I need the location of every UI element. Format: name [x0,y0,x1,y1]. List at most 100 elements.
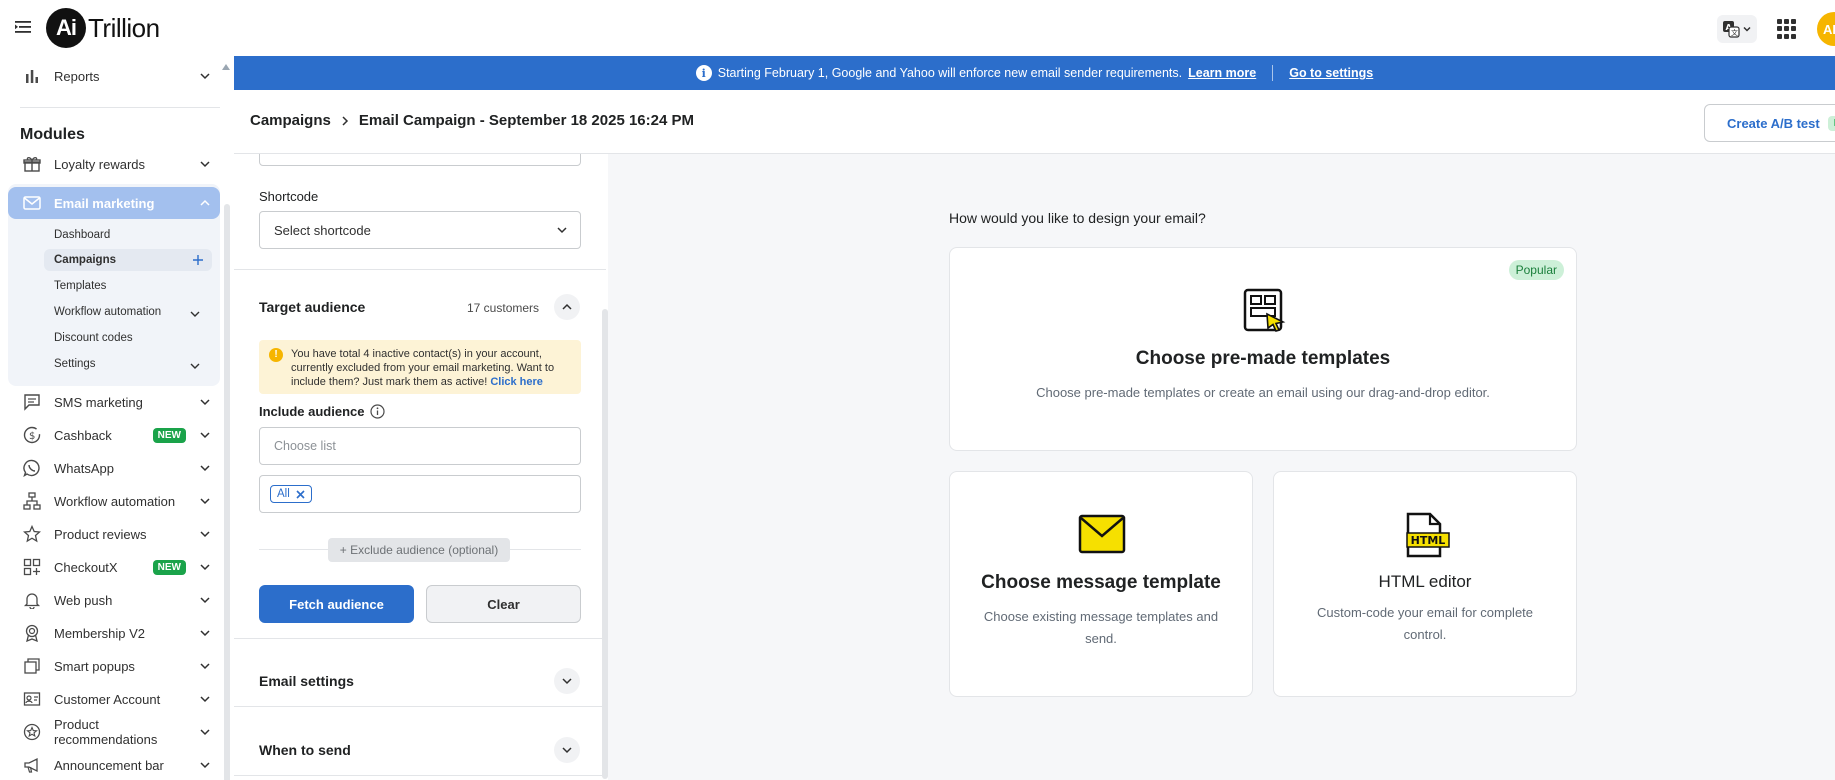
message-template-card[interactable]: Choose message template Choose existing … [949,471,1253,697]
create-ab-test-button[interactable]: Create A/B test N [1704,104,1835,142]
chevron-up-icon [200,199,210,206]
sidebar-item-whatsapp[interactable]: WhatsApp [8,452,220,484]
chevron-down-icon [200,531,210,538]
learn-more-link[interactable]: Learn more [1188,66,1256,80]
sidebar-item-email-marketing[interactable]: Email marketing [8,187,220,219]
top-bar: Ai Trillion A 文 AL [0,0,1835,56]
chevron-down-icon [200,729,210,736]
section-divider [234,269,606,270]
sidebar-item-popups[interactable]: Smart popups [8,650,220,682]
sidebar-item-label: Web push [54,592,113,608]
sidebar-item-reports[interactable]: Reports [8,60,220,92]
new-tag: N [1827,115,1835,131]
gift-icon [22,154,42,174]
clear-button[interactable]: Clear [426,585,581,623]
design-question: How would you like to design your email? [949,210,1206,226]
sidebar-item-label: Email marketing [54,195,155,211]
customer-count: 17 customers [467,301,540,315]
workflow-icon [22,491,42,511]
sidebar-item-label: WhatsApp [54,460,114,476]
collapse-target-audience-button[interactable] [554,294,580,320]
sidebar-item-reviews[interactable]: Product reviews [8,518,220,550]
sidebar-item-label: Cashback [54,427,112,443]
sidebar-item-label: Membership V2 [54,625,146,641]
audience-tags-field[interactable]: All [259,475,581,513]
sidebar-item-announcement[interactable]: Announcement bar [8,749,220,780]
cashback-icon: $ [22,425,42,445]
choose-list-input[interactable]: Choose list [259,427,581,465]
sender-requirements-banner: i Starting February 1, Google and Yahoo … [234,56,1835,90]
sidebar-item-label: SMS marketing [54,394,143,410]
sidebar-item-workflow[interactable]: Workflow automation [8,485,220,517]
sidebar-sub-templates[interactable]: Templates [54,275,106,297]
sidebar-item-loyalty[interactable]: Loyalty rewards [8,148,220,180]
chevron-down-icon [190,311,200,317]
translate-button[interactable]: A 文 [1717,15,1757,43]
info-icon[interactable] [370,404,386,419]
when-to-send-title[interactable]: When to send [259,742,351,758]
section-divider [234,706,606,707]
page-header: Campaigns Email Campaign - September 18 … [234,90,1835,154]
bar-chart-icon [22,66,42,86]
banner-text: Starting February 1, Google and Yahoo wi… [717,66,1183,80]
go-to-settings-link[interactable]: Go to settings [1289,66,1373,80]
sidebar-item-recommendations[interactable]: Product recommendations [8,716,220,748]
expand-when-to-send-button[interactable] [554,737,580,763]
chevron-down-icon [200,161,210,168]
chevron-down-icon [562,678,572,685]
expand-email-settings-button[interactable] [554,668,580,694]
sidebar-item-customer[interactable]: Customer Account [8,683,220,715]
sidebar: Reports Modules Loyalty rewards Email ma… [0,56,234,780]
include-audience-text: Include audience [259,404,365,419]
target-audience-title: Target audience [259,299,366,315]
sidebar-item-label: Loyalty rewards [54,156,146,172]
sidebar-item-cashback[interactable]: $ Cashback NEW [8,419,220,451]
apps-grid-icon[interactable] [1777,19,1797,39]
shortcode-select[interactable]: Select shortcode [259,211,581,249]
audience-chip-all: All [270,485,312,503]
exclude-audience-button[interactable]: + Exclude audience (optional) [328,538,510,562]
sidebar-divider [20,107,220,108]
premade-templates-card[interactable]: Popular Choose pre-made templates Choose… [949,247,1577,451]
sidebar-item-webpush[interactable]: Web push [8,584,220,616]
add-campaign-icon[interactable] [192,254,204,266]
logo-mark: Ai [46,8,86,48]
sidebar-sub-discount[interactable]: Discount codes [54,327,133,349]
hamburger-icon[interactable] [14,18,32,36]
html-editor-card[interactable]: HTML HTML editor Custom-code your email … [1273,471,1577,697]
chevron-down-icon [562,747,572,754]
email-settings-title[interactable]: Email settings [259,673,354,689]
chat-icon [22,392,42,412]
fetch-audience-button[interactable]: Fetch audience [259,585,414,623]
previous-field[interactable] [259,154,581,166]
chevron-down-icon [200,432,210,439]
whatsapp-icon [22,458,42,478]
chevron-right-icon [342,115,348,126]
avatar[interactable]: AL [1817,12,1835,46]
sidebar-item-membership[interactable]: Membership V2 [8,617,220,649]
section-divider [234,638,606,639]
section-divider [234,775,606,776]
badge-star-icon [22,722,42,742]
sidebar-item-sms[interactable]: SMS marketing [8,386,220,418]
sidebar-sub-settings[interactable]: Settings [54,353,96,375]
app-logo[interactable]: Ai Trillion [46,8,160,48]
sidebar-item-checkoutx[interactable]: CheckoutX NEW [8,551,220,583]
html-editor-title: HTML editor [1378,572,1472,591]
sidebar-sub-dashboard[interactable]: Dashboard [54,224,110,246]
premade-templates-title: Choose pre-made templates [1135,348,1391,369]
sidebar-scrollbar[interactable] [222,64,230,780]
sidebar-item-label: CheckoutX [54,559,118,575]
sidebar-item-label: Customer Account [54,691,161,707]
click-here-link[interactable]: Click here [490,376,543,388]
chevron-down-icon [557,227,567,234]
breadcrumb-campaigns[interactable]: Campaigns [250,112,331,129]
close-icon[interactable] [296,489,305,499]
banner-divider [1272,65,1274,81]
create-ab-test-label: Create A/B test [1727,115,1820,131]
sidebar-sub-campaigns[interactable]: Campaigns [54,249,116,271]
chevron-down-icon [200,597,210,604]
megaphone-icon [22,755,42,775]
sidebar-sub-workflow[interactable]: Workflow automation [54,301,161,323]
campaign-form-panel: Shortcode Select shortcode Target audien… [234,154,606,780]
